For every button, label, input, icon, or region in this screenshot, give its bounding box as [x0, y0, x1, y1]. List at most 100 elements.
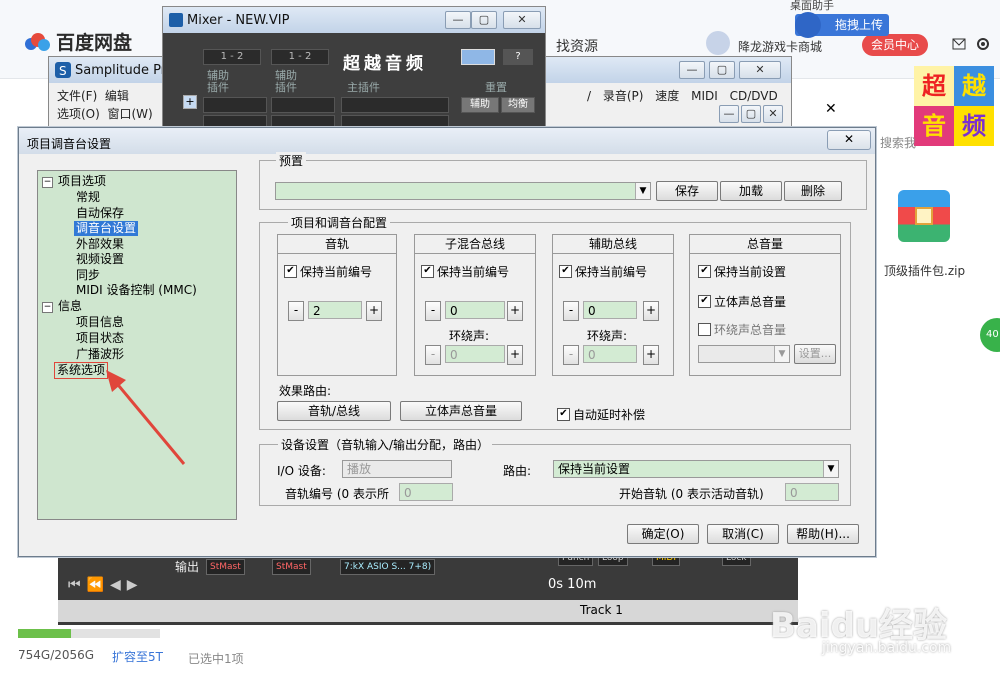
tree-item-general[interactable]: 常规 [76, 190, 100, 205]
mixer-io-2[interactable]: 1 - 2 [271, 49, 329, 65]
aux-decrement-button[interactable]: - [563, 301, 579, 321]
tree-item-video[interactable]: 视频设置 [76, 252, 124, 267]
mixer-slot[interactable] [341, 97, 449, 113]
io-device-label: I/O 设备: [277, 464, 326, 478]
aux-panel: 辅助总线 ✔ 保持当前编号 - 0 + 环绕声: - 0 + [552, 234, 674, 376]
tree-item-mixer-settings[interactable]: 调音台设置 [74, 221, 139, 236]
fx-routing-label: 效果路由: [279, 384, 332, 398]
menu-edit[interactable]: 编辑 [105, 89, 129, 103]
tree-item-info[interactable]: 信息 [58, 299, 82, 314]
maximize-button[interactable]: ▢ [709, 61, 735, 79]
menu-record-speed-midi-cd[interactable]: / 录音(P) 速度 MIDI CD/DVD [587, 87, 778, 104]
aux-surround-input[interactable]: 0 [583, 345, 637, 363]
zip-file-name[interactable]: 顶级插件包.zip [884, 262, 965, 279]
preset-delete-button[interactable]: 删除 [784, 181, 842, 201]
dialog-close-button[interactable]: ✕ [827, 130, 871, 150]
daw-route-1[interactable]: StMast [206, 559, 245, 575]
tree-item-project-info[interactable]: 项目信息 [76, 315, 124, 330]
mixer-insert-label: 插件 [207, 81, 229, 94]
tracks-count-input[interactable]: 2 [308, 301, 362, 319]
find-resources-link[interactable]: 找资源 [556, 36, 598, 56]
avatar[interactable] [706, 31, 730, 55]
dialog-titlebar: 项目调音台设置 ✕ [19, 128, 875, 154]
submix-keep-checkbox[interactable]: ✔ [421, 265, 434, 278]
mixer-eq-button[interactable]: 均衡 [501, 97, 535, 113]
mixer-slot[interactable] [271, 97, 335, 113]
route-select[interactable]: 保持当前设置 ▼ [553, 460, 839, 478]
expand-storage-link[interactable]: 扩容至5T [112, 648, 163, 665]
user-name[interactable]: 降龙游戏卡商城 [738, 38, 822, 55]
tracks-increment-button[interactable]: + [366, 301, 382, 321]
mixer-reset-label[interactable]: 重置 [485, 79, 507, 95]
storage-usage: 754G/2056G [18, 648, 95, 662]
zip-file-icon[interactable] [898, 190, 950, 242]
mixer-slot[interactable] [203, 97, 267, 113]
close-button[interactable]: ✕ [739, 61, 781, 79]
aux-surround-decrement[interactable]: - [563, 345, 579, 365]
tree-item-project-status[interactable]: 项目状态 [76, 331, 124, 346]
daw-asio-route[interactable]: 7:kX ASIO S... 7+8) [340, 559, 436, 575]
surround-master-checkbox[interactable] [698, 323, 711, 336]
aux-keep-checkbox[interactable]: ✔ [559, 265, 572, 278]
stereo-master-checkbox[interactable]: ✔ [698, 295, 711, 308]
cancel-button[interactable]: 取消(C) [707, 524, 779, 544]
inner-close-icon[interactable]: ✕ [825, 101, 837, 117]
collapse-icon[interactable]: − [42, 177, 53, 188]
ok-button[interactable]: 确定(O) [627, 524, 699, 544]
mixer-io-1[interactable]: 1 - 2 [203, 49, 261, 65]
submix-count-input[interactable]: 0 [445, 301, 505, 319]
preset-save-button[interactable]: 保存 [656, 181, 718, 201]
minimize-button[interactable]: — [679, 61, 705, 79]
aux-surround-increment[interactable]: + [643, 345, 659, 365]
mail-icon[interactable] [952, 38, 966, 50]
tree-item-autosave[interactable]: 自动保存 [76, 206, 124, 221]
tree-item-broadcast-wave[interactable]: 广播波形 [76, 347, 124, 362]
doc-restore-button[interactable]: ▢ [741, 105, 761, 123]
master-keep-checkbox[interactable]: ✔ [698, 265, 711, 278]
preset-load-button[interactable]: 加载 [720, 181, 782, 201]
mixer-color-swatch[interactable] [461, 49, 495, 65]
mixer-close-button[interactable]: ✕ [503, 11, 541, 29]
mixer-maximize-button[interactable]: ▢ [471, 11, 497, 29]
daw-route-2[interactable]: StMast [272, 559, 311, 575]
tree-item-project-options[interactable]: 项目选项 [58, 174, 106, 189]
tree-item-sync[interactable]: 同步 [76, 268, 100, 283]
collapse-icon[interactable]: − [42, 302, 53, 313]
mixer-minimize-button[interactable]: — [445, 11, 471, 29]
submix-surround-increment[interactable]: + [507, 345, 523, 365]
side-float-badge[interactable]: 40 [980, 318, 1000, 352]
menu-options[interactable]: 选项(O) [57, 107, 100, 121]
vip-center-button[interactable]: 会员中心 [862, 34, 928, 56]
track-bus-button[interactable]: 音轨/总线 [277, 401, 391, 421]
help-button[interactable]: 帮助(H)... [787, 524, 859, 544]
tree-item-midi-mmc[interactable]: MIDI 设备控制 (MMC) [76, 283, 197, 298]
transport-buttons[interactable]: ⏮⏪◀▶ [68, 577, 144, 593]
submix-increment-button[interactable]: + [507, 301, 523, 321]
io-device-select[interactable]: 播放 [342, 460, 452, 478]
doc-close-button[interactable]: ✕ [763, 105, 783, 123]
surround-format-select[interactable]: ▼ [698, 345, 790, 363]
preset-select[interactable]: ▼ [275, 182, 651, 200]
gear-icon[interactable] [976, 37, 990, 51]
auto-delay-checkbox[interactable]: ✔ [557, 408, 570, 421]
surround-settings-button[interactable]: 设置... [794, 344, 836, 364]
start-track-input[interactable]: 0 [785, 483, 839, 501]
menu-window[interactable]: 窗口(W) [107, 107, 152, 121]
stereo-master-button[interactable]: 立体声总音量 [400, 401, 522, 421]
tracks-decrement-button[interactable]: - [288, 301, 304, 321]
tree-item-external-fx[interactable]: 外部效果 [76, 237, 124, 252]
mixer-add-icon[interactable]: + [183, 95, 197, 109]
submix-decrement-button[interactable]: - [425, 301, 441, 321]
aux-count-input[interactable]: 0 [583, 301, 637, 319]
track-number-input[interactable]: 0 [399, 483, 453, 501]
submix-surround-input[interactable]: 0 [445, 345, 505, 363]
doc-minimize-button[interactable]: — [719, 105, 739, 123]
mixer-aux-button[interactable]: 辅助 [461, 97, 499, 113]
submix-surround-decrement[interactable]: - [425, 345, 441, 365]
track-name[interactable]: Track 1 [580, 603, 623, 617]
mixer-help-button[interactable]: ? [503, 49, 533, 65]
menu-file[interactable]: 文件(F) [57, 89, 97, 103]
aux-increment-button[interactable]: + [643, 301, 659, 321]
tracks-keep-checkbox[interactable]: ✔ [284, 265, 297, 278]
search-box[interactable]: 搜索我 [880, 134, 916, 151]
